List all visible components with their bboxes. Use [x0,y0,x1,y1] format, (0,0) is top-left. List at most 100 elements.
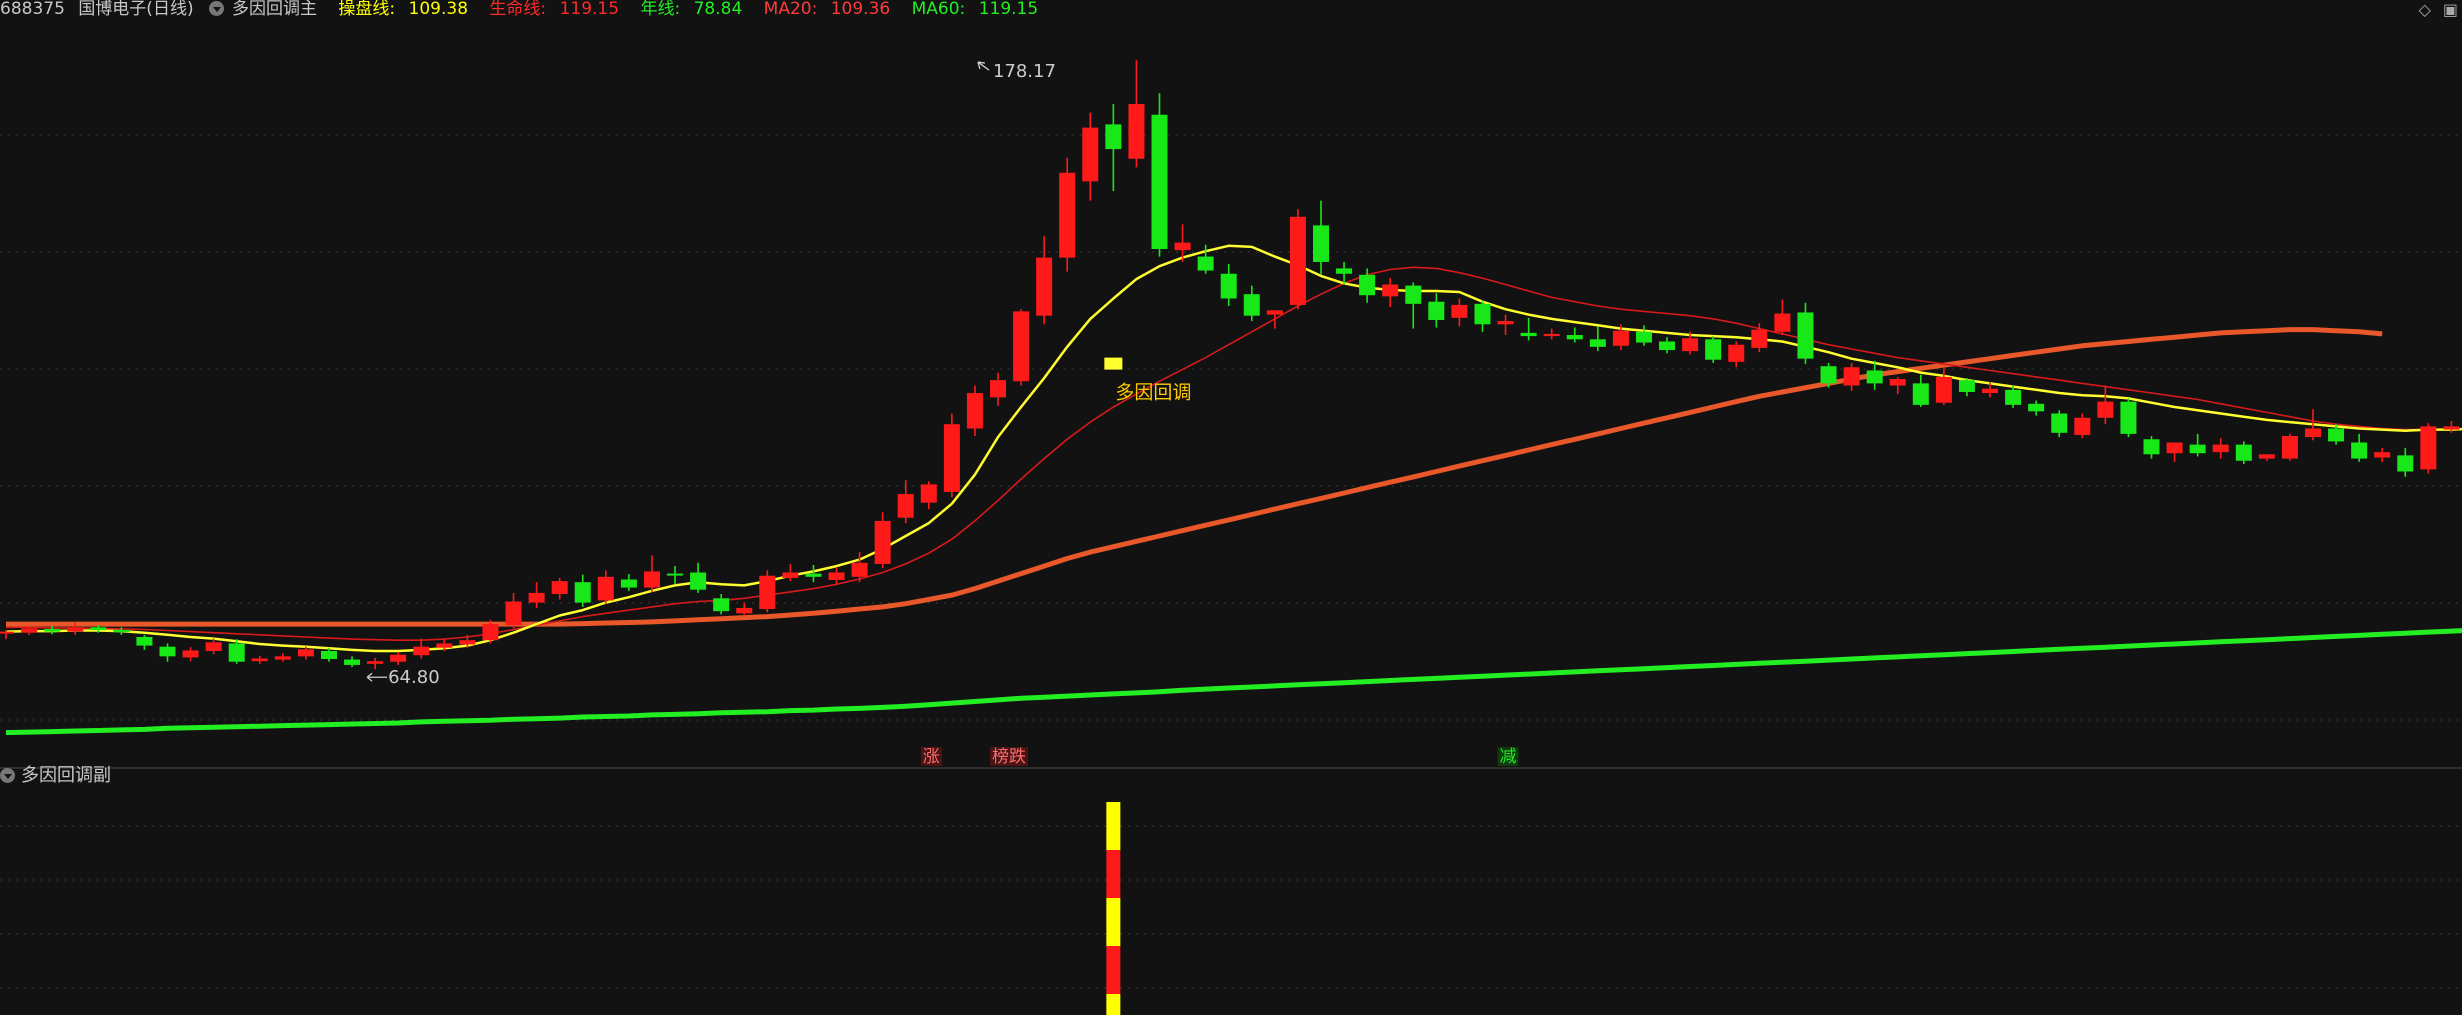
chevron-down-icon[interactable] [0,768,15,783]
sub-bar-segment [1106,802,1121,850]
candle [2143,436,2160,459]
candle-body [643,571,660,588]
candle [759,570,776,613]
candle [2189,433,2206,457]
candle-body [1405,285,1422,304]
candle-body [943,424,960,492]
candle [1382,278,1399,308]
candle-body [1359,274,1376,296]
candle-body [897,494,914,518]
stock-code: 688375 [0,0,65,19]
ma20-series [6,266,2462,642]
candle [1935,368,1952,405]
candle [2074,413,2091,439]
legend-label: 操盘线: [338,0,396,19]
candle-body [1589,339,1606,347]
candle-body [1751,329,1768,348]
candle [2397,447,2414,477]
candle-body [1382,284,1399,297]
candle [1428,293,1445,328]
sub-panel-bars [1106,802,1121,1015]
candle-body [2420,426,2437,470]
signal-label: 多因回调 [1115,382,1191,404]
candle [2212,438,2229,459]
candle [620,574,637,591]
candle-body [1197,256,1214,271]
sub-panel-header: 多因回调副 [0,766,111,786]
candle-body [251,658,268,662]
candle [2097,385,2114,425]
candle-body [597,576,614,601]
candle-body [2212,444,2229,453]
candle-body [1174,242,1191,251]
candle-body [920,484,937,503]
candle-body [759,575,776,610]
candle [0,630,14,640]
candle [2028,400,2045,416]
candle-body [1797,312,1814,359]
candle [874,512,891,569]
candle [251,655,268,664]
candle [2351,433,2368,462]
window-icon[interactable]: ▣ [2443,0,2458,19]
candle [1497,314,1514,336]
candle [597,570,614,604]
candle [782,563,799,582]
diamond-icon[interactable]: ◇ [2419,0,2431,19]
legend-ma60: MA60: 119.15 [912,0,1047,19]
candle-body [413,646,430,656]
candle-body [459,640,476,645]
candle-body [1266,310,1283,315]
sub-bar-segment [1106,850,1121,898]
event-label: 减 [1500,747,1517,767]
candle [505,592,522,629]
candle [1635,325,1652,346]
candle [1312,200,1329,275]
candle [1474,300,1491,332]
candle [1589,326,1606,352]
min-arrow [366,672,388,682]
candle [1843,362,1860,391]
year-line-series [5,628,2462,736]
candle-body [1566,335,1583,340]
candle [1128,60,1145,168]
candle-body [297,649,314,657]
candle [551,577,568,600]
candle-body [159,646,176,657]
candle [2235,441,2252,464]
candlestick-chart[interactable]: 178.17 64.80 多因回调涨 榜跌 减 [0,0,2462,1015]
candle [690,562,707,593]
candle-body [113,630,130,633]
candle-body [505,601,522,626]
candle [413,638,430,659]
candle-body [990,380,1007,398]
candle-body [1243,294,1260,316]
candle [528,582,545,608]
candle-body [1866,370,1883,384]
candle [1889,376,1906,395]
candle [1543,328,1560,340]
candle [344,656,361,668]
legend-label: MA60: [911,0,966,19]
candle-body [966,393,983,429]
candle [1728,341,1745,368]
candle [1405,282,1422,329]
candle-body [1336,268,1353,274]
candle-body [851,562,868,577]
legend-label: 年线: [640,0,681,19]
candle-body [0,631,14,634]
candle-body [67,627,84,632]
candle [274,653,291,662]
year-line [5,628,2462,736]
candle [1451,298,1468,327]
candle-body [44,628,61,632]
candle-body [1520,332,1537,337]
candle [1566,327,1583,343]
candle-body [1220,273,1237,299]
main-indicator[interactable]: 多因回调主 [208,0,325,19]
legend-life-line: 生命线: 119.15 [489,0,627,19]
candle [1289,209,1306,310]
candle [1151,93,1168,257]
chevron-down-icon[interactable] [208,1,224,16]
legend-value: 109.36 [830,0,891,19]
